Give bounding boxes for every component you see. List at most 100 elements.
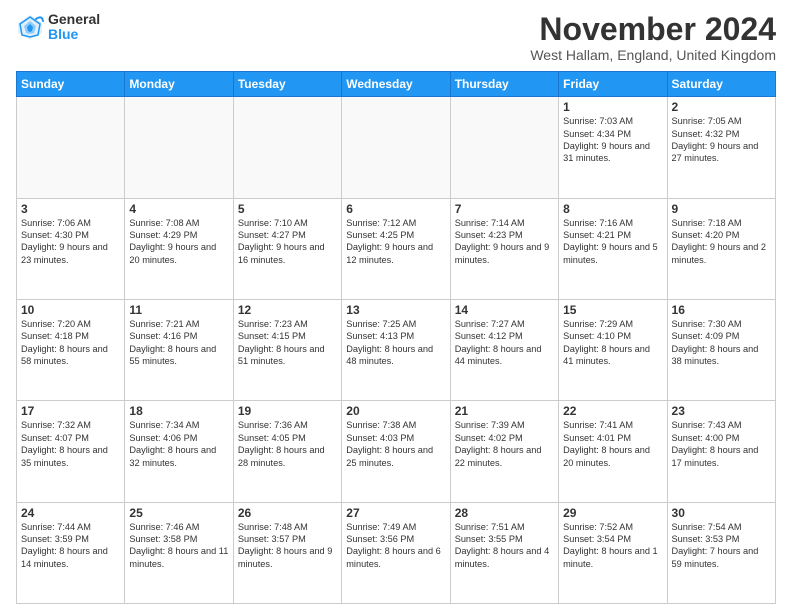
- calendar-cell: 3Sunrise: 7:06 AMSunset: 4:30 PMDaylight…: [17, 198, 125, 299]
- day-number: 29: [563, 506, 662, 520]
- day-number: 23: [672, 404, 771, 418]
- cell-info: Sunrise: 7:27 AM: [455, 318, 554, 330]
- calendar-cell: 13Sunrise: 7:25 AMSunset: 4:13 PMDayligh…: [342, 299, 450, 400]
- col-tuesday: Tuesday: [233, 72, 341, 97]
- cell-info: Daylight: 8 hours and 44 minutes.: [455, 343, 554, 368]
- cell-info: Sunrise: 7:48 AM: [238, 521, 337, 533]
- day-number: 7: [455, 202, 554, 216]
- cell-info: Daylight: 8 hours and 9 minutes.: [238, 545, 337, 570]
- cell-info: Daylight: 9 hours and 5 minutes.: [563, 241, 662, 266]
- calendar-cell: 11Sunrise: 7:21 AMSunset: 4:16 PMDayligh…: [125, 299, 233, 400]
- cell-info: Daylight: 8 hours and 6 minutes.: [346, 545, 445, 570]
- cell-info: Sunrise: 7:08 AM: [129, 217, 228, 229]
- day-number: 16: [672, 303, 771, 317]
- cell-info: Sunset: 4:06 PM: [129, 432, 228, 444]
- col-saturday: Saturday: [667, 72, 775, 97]
- logo: General Blue: [16, 12, 100, 43]
- cell-info: Sunrise: 7:05 AM: [672, 115, 771, 127]
- cell-info: Daylight: 8 hours and 25 minutes.: [346, 444, 445, 469]
- cell-info: Sunset: 4:29 PM: [129, 229, 228, 241]
- cell-info: Sunrise: 7:03 AM: [563, 115, 662, 127]
- calendar-cell: 8Sunrise: 7:16 AMSunset: 4:21 PMDaylight…: [559, 198, 667, 299]
- week-row-5: 24Sunrise: 7:44 AMSunset: 3:59 PMDayligh…: [17, 502, 776, 603]
- calendar-header-row: Sunday Monday Tuesday Wednesday Thursday…: [17, 72, 776, 97]
- cell-info: Sunrise: 7:25 AM: [346, 318, 445, 330]
- page-header: General Blue November 2024 West Hallam, …: [16, 12, 776, 63]
- cell-info: Sunset: 4:32 PM: [672, 128, 771, 140]
- cell-info: Sunrise: 7:32 AM: [21, 419, 120, 431]
- cell-info: Sunset: 4:34 PM: [563, 128, 662, 140]
- calendar-cell: [125, 97, 233, 198]
- cell-info: Sunset: 4:13 PM: [346, 330, 445, 342]
- cell-info: Sunrise: 7:21 AM: [129, 318, 228, 330]
- cell-info: Daylight: 8 hours and 38 minutes.: [672, 343, 771, 368]
- cell-info: Daylight: 8 hours and 28 minutes.: [238, 444, 337, 469]
- cell-info: Daylight: 8 hours and 32 minutes.: [129, 444, 228, 469]
- cell-info: Daylight: 8 hours and 22 minutes.: [455, 444, 554, 469]
- day-number: 4: [129, 202, 228, 216]
- cell-info: Sunrise: 7:18 AM: [672, 217, 771, 229]
- cell-info: Sunset: 3:55 PM: [455, 533, 554, 545]
- week-row-2: 3Sunrise: 7:06 AMSunset: 4:30 PMDaylight…: [17, 198, 776, 299]
- cell-info: Sunset: 4:18 PM: [21, 330, 120, 342]
- day-number: 13: [346, 303, 445, 317]
- calendar-cell: 26Sunrise: 7:48 AMSunset: 3:57 PMDayligh…: [233, 502, 341, 603]
- cell-info: Sunset: 4:15 PM: [238, 330, 337, 342]
- cell-info: Daylight: 8 hours and 4 minutes.: [455, 545, 554, 570]
- cell-info: Sunset: 4:27 PM: [238, 229, 337, 241]
- cell-info: Daylight: 9 hours and 31 minutes.: [563, 140, 662, 165]
- calendar-cell: 23Sunrise: 7:43 AMSunset: 4:00 PMDayligh…: [667, 401, 775, 502]
- cell-info: Sunrise: 7:14 AM: [455, 217, 554, 229]
- cell-info: Daylight: 9 hours and 20 minutes.: [129, 241, 228, 266]
- day-number: 12: [238, 303, 337, 317]
- day-number: 11: [129, 303, 228, 317]
- cell-info: Sunset: 3:58 PM: [129, 533, 228, 545]
- logo-icon: [16, 13, 44, 41]
- cell-info: Sunset: 4:07 PM: [21, 432, 120, 444]
- cell-info: Sunrise: 7:51 AM: [455, 521, 554, 533]
- day-number: 26: [238, 506, 337, 520]
- calendar-cell: 22Sunrise: 7:41 AMSunset: 4:01 PMDayligh…: [559, 401, 667, 502]
- location: West Hallam, England, United Kingdom: [530, 47, 776, 63]
- month-title: November 2024: [530, 12, 776, 47]
- calendar-cell: 16Sunrise: 7:30 AMSunset: 4:09 PMDayligh…: [667, 299, 775, 400]
- cell-info: Sunrise: 7:10 AM: [238, 217, 337, 229]
- cell-info: Daylight: 8 hours and 41 minutes.: [563, 343, 662, 368]
- cell-info: Daylight: 8 hours and 20 minutes.: [563, 444, 662, 469]
- calendar-cell: 10Sunrise: 7:20 AMSunset: 4:18 PMDayligh…: [17, 299, 125, 400]
- day-number: 19: [238, 404, 337, 418]
- calendar-cell: 28Sunrise: 7:51 AMSunset: 3:55 PMDayligh…: [450, 502, 558, 603]
- cell-info: Sunrise: 7:20 AM: [21, 318, 120, 330]
- calendar-cell: 6Sunrise: 7:12 AMSunset: 4:25 PMDaylight…: [342, 198, 450, 299]
- calendar-cell: [342, 97, 450, 198]
- cell-info: Daylight: 9 hours and 16 minutes.: [238, 241, 337, 266]
- logo-blue-text: Blue: [48, 27, 100, 42]
- cell-info: Sunrise: 7:34 AM: [129, 419, 228, 431]
- calendar-cell: 17Sunrise: 7:32 AMSunset: 4:07 PMDayligh…: [17, 401, 125, 502]
- cell-info: Sunrise: 7:46 AM: [129, 521, 228, 533]
- cell-info: Sunrise: 7:43 AM: [672, 419, 771, 431]
- week-row-3: 10Sunrise: 7:20 AMSunset: 4:18 PMDayligh…: [17, 299, 776, 400]
- day-number: 3: [21, 202, 120, 216]
- calendar-cell: 7Sunrise: 7:14 AMSunset: 4:23 PMDaylight…: [450, 198, 558, 299]
- cell-info: Sunset: 3:53 PM: [672, 533, 771, 545]
- day-number: 27: [346, 506, 445, 520]
- week-row-4: 17Sunrise: 7:32 AMSunset: 4:07 PMDayligh…: [17, 401, 776, 502]
- cell-info: Sunrise: 7:06 AM: [21, 217, 120, 229]
- day-number: 22: [563, 404, 662, 418]
- cell-info: Daylight: 9 hours and 27 minutes.: [672, 140, 771, 165]
- calendar-table: Sunday Monday Tuesday Wednesday Thursday…: [16, 71, 776, 604]
- cell-info: Daylight: 9 hours and 2 minutes.: [672, 241, 771, 266]
- cell-info: Sunrise: 7:29 AM: [563, 318, 662, 330]
- calendar-cell: 5Sunrise: 7:10 AMSunset: 4:27 PMDaylight…: [233, 198, 341, 299]
- cell-info: Sunrise: 7:39 AM: [455, 419, 554, 431]
- cell-info: Daylight: 8 hours and 48 minutes.: [346, 343, 445, 368]
- col-friday: Friday: [559, 72, 667, 97]
- calendar-cell: 27Sunrise: 7:49 AMSunset: 3:56 PMDayligh…: [342, 502, 450, 603]
- cell-info: Sunset: 3:59 PM: [21, 533, 120, 545]
- col-wednesday: Wednesday: [342, 72, 450, 97]
- cell-info: Sunset: 4:16 PM: [129, 330, 228, 342]
- cell-info: Sunrise: 7:54 AM: [672, 521, 771, 533]
- cell-info: Daylight: 7 hours and 59 minutes.: [672, 545, 771, 570]
- cell-info: Sunset: 4:09 PM: [672, 330, 771, 342]
